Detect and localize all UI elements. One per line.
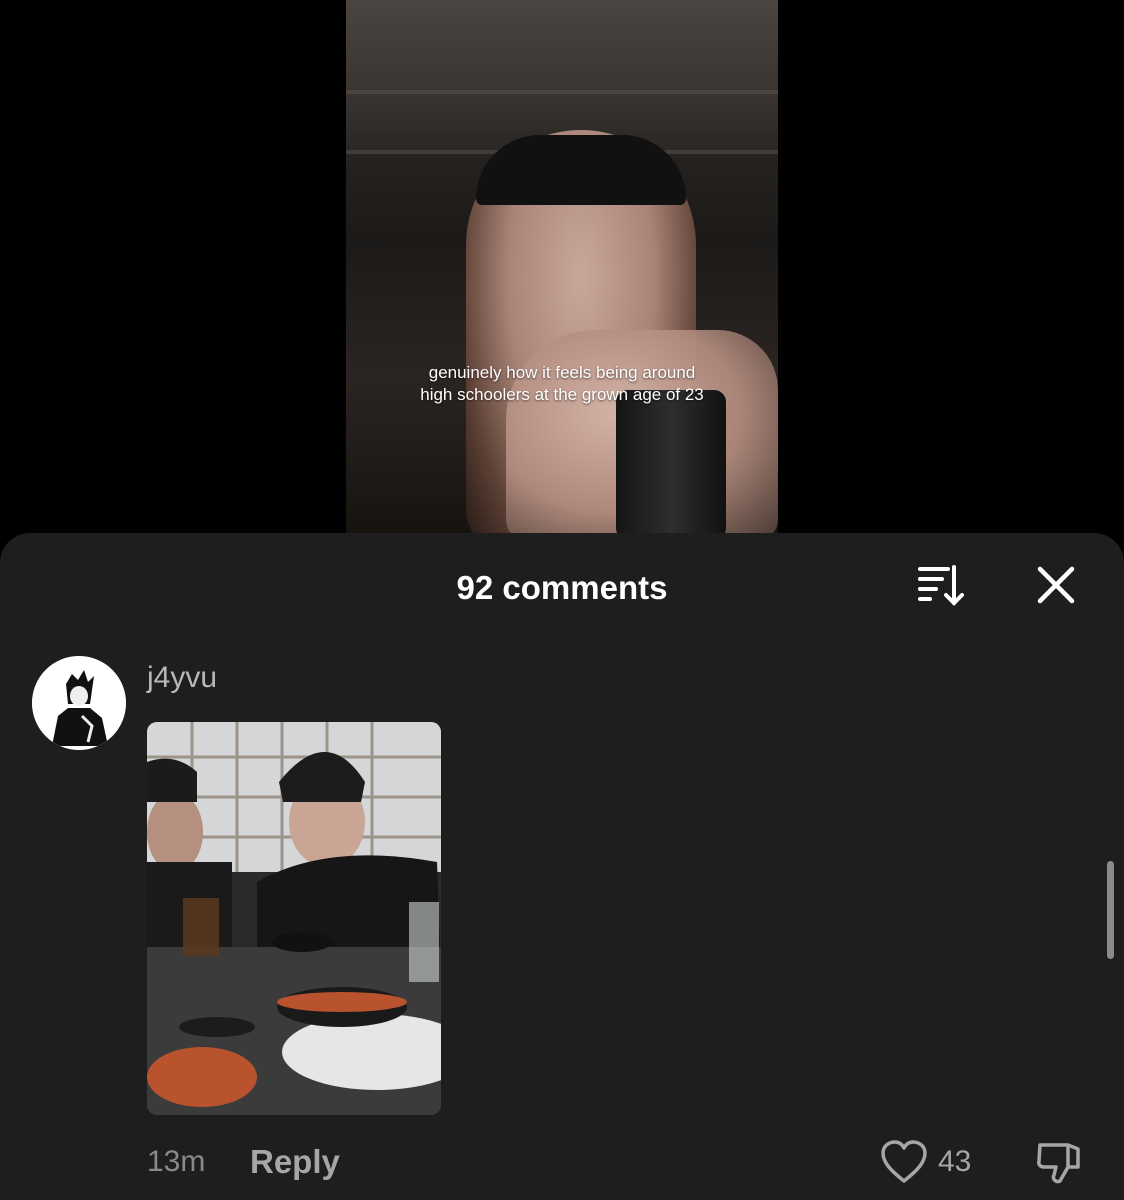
video-headband xyxy=(476,135,686,205)
comment-time: 13m xyxy=(147,1145,206,1178)
ceiling-beam xyxy=(346,90,778,94)
like-count: 43 xyxy=(938,1145,972,1178)
close-button[interactable] xyxy=(1030,563,1082,609)
caption-line: genuinely how it feels being around xyxy=(428,363,696,382)
reply-button[interactable]: Reply xyxy=(250,1143,340,1181)
comment-photo-image xyxy=(147,722,441,1115)
video-ceiling xyxy=(346,0,778,150)
scrollbar[interactable] xyxy=(1107,861,1114,959)
sort-icon xyxy=(918,565,964,606)
like-button[interactable] xyxy=(880,1139,928,1185)
sort-button[interactable] xyxy=(912,563,968,609)
video-player[interactable]: genuinely how it feels being around high… xyxy=(346,0,778,540)
comment-photo[interactable] xyxy=(147,722,441,1115)
heart-icon xyxy=(881,1140,927,1183)
caption-line: high schoolers at the grown age of 23 xyxy=(420,385,704,404)
anime-avatar-icon xyxy=(32,656,126,750)
dislike-button[interactable] xyxy=(1034,1137,1086,1187)
comment-username[interactable]: j4yvu xyxy=(147,661,217,695)
avatar[interactable] xyxy=(32,656,126,750)
video-caption: genuinely how it feels being around high… xyxy=(346,362,778,406)
video-cup xyxy=(616,390,726,540)
comments-sheet: 92 comments j4yvu 13m Reply 43 xyxy=(0,533,1124,1200)
thumbs-down-icon xyxy=(1037,1143,1080,1184)
close-icon xyxy=(1037,566,1075,604)
